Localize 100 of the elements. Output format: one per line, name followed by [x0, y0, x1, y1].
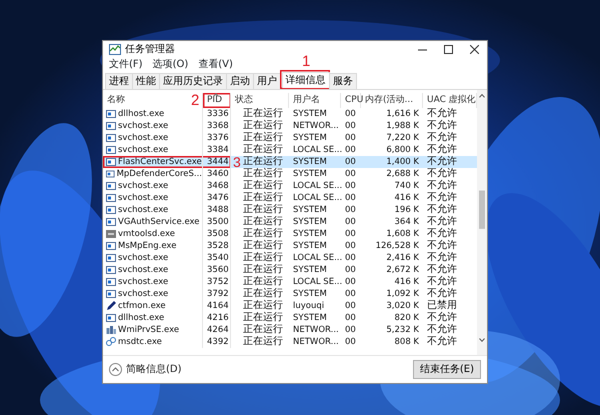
table-cell-text: 2,416 K — [385, 252, 420, 264]
table-row[interactable]: msdtc.exe 4392 正在运行 NETWOR... 00 808 K 不允许 — [103, 336, 477, 348]
table-cell-text: LOCAL SE... — [292, 276, 341, 288]
column-header[interactable]: 用户名 — [289, 93, 341, 108]
table-cell-text: 不允许 — [426, 156, 458, 168]
table-cell-text: 正在运行 — [243, 204, 283, 216]
process-icon — [106, 313, 116, 323]
table-cell-text: 820 K — [394, 312, 420, 324]
process-icon — [106, 205, 116, 215]
table-cell-text: 196 K — [394, 204, 420, 216]
tab[interactable]: 用户 — [253, 73, 281, 89]
scrollbar[interactable] — [477, 90, 487, 355]
table-cell-text: 不允许 — [426, 312, 458, 324]
table-cell-text: 808 K — [394, 336, 420, 348]
table-cell-text: 正在运行 — [243, 168, 283, 180]
table-cell-text: 正在运行 — [243, 156, 283, 168]
tab[interactable]: 进程 — [105, 73, 133, 89]
table-cell: svchost.exe — [118, 264, 168, 276]
table-cell: 4216 — [203, 312, 231, 324]
tab[interactable]: 服务 — [329, 73, 357, 89]
table-cell: 4264 — [203, 324, 231, 336]
table-cell-text: 不允许 — [426, 108, 458, 120]
table-cell: 3528 — [203, 240, 231, 252]
table-row[interactable]: svchost.exe 3540 正在运行 LOCAL SE... 00 2,416 K 不允许 — [103, 252, 477, 264]
table-row[interactable]: VGAuthService.exe 3500 正在运行 SYSTEM 00 364 K 不允许 — [103, 216, 477, 228]
table-row[interactable]: svchost.exe 3468 正在运行 LOCAL SE... 00 740 K 不允许 — [103, 180, 477, 192]
table-cell-text: 00 — [344, 108, 357, 120]
close-icon — [470, 45, 478, 54]
column-header[interactable]: CPU — [341, 93, 361, 108]
table-row[interactable]: MsMpEng.exe 3528 正在运行 SYSTEM 00 126,528 K 不允许 — [103, 240, 477, 252]
table-row[interactable]: dllhost.exe 4216 正在运行 SYSTEM 00 820 K 不允许 — [103, 312, 477, 324]
table-cell-text: 1,092 K — [385, 288, 420, 300]
table-cell-text: 正在运行 — [243, 132, 283, 144]
table-row[interactable]: svchost.exe 3384 正在运行 LOCAL SE... 00 6,800 K 不允许 — [103, 144, 477, 156]
table-cell-text: 正在运行 — [243, 240, 283, 252]
table-row[interactable]: dllhost.exe 3336 正在运行 SYSTEM 00 1,616 K 不允许 — [103, 108, 477, 120]
table-row[interactable]: svchost.exe 3560 正在运行 SYSTEM 00 2,672 K 不允许 — [103, 264, 477, 276]
table-row[interactable]: svchost.exe 3368 正在运行 NETWOR... 00 1,988 K 不允许 — [103, 120, 477, 132]
tab[interactable]: 详细信息 — [282, 72, 330, 88]
table-cell-text: 00 — [344, 144, 357, 156]
table-cell: ctfmon.exe — [118, 300, 166, 312]
table-row[interactable]: svchost.exe 3476 正在运行 LOCAL SE... 00 416 K 不允许 — [103, 192, 477, 204]
window-title: 任务管理器 — [125, 43, 175, 57]
table-cell-text: 不允许 — [426, 144, 458, 156]
table-cell: 3500 — [203, 216, 231, 228]
table-cell-text: 00 — [344, 228, 357, 240]
table-row[interactable]: WmiPrvSE.exe 4264 正在运行 NETWOR... 00 5,232 K 不允许 — [103, 324, 477, 336]
table-row[interactable]: svchost.exe 3376 正在运行 SYSTEM 00 7,220 K 不允许 — [103, 132, 477, 144]
column-header[interactable]: 内存(活动... — [361, 93, 423, 108]
table-cell: 3540 — [203, 252, 231, 264]
table-cell-text: 不允许 — [426, 264, 458, 276]
table-cell-text: 不允许 — [426, 132, 458, 144]
table-cell-text: 00 — [344, 192, 357, 204]
table-row[interactable]: svchost.exe 3792 正在运行 SYSTEM 00 1,092 K 不允许 — [103, 288, 477, 300]
fewer-details-link[interactable]: 简略信息(D) — [109, 362, 182, 377]
process-icon — [106, 253, 116, 263]
tab[interactable]: 应用历史记录 — [159, 73, 227, 89]
table-row[interactable]: svchost.exe 3752 正在运行 LOCAL SE... 00 416 K 不允许 — [103, 276, 477, 288]
table-cell: svchost.exe — [118, 180, 168, 192]
table-cell-text: 正在运行 — [243, 228, 283, 240]
table-cell-text: 不允许 — [426, 180, 458, 192]
table-cell: svchost.exe — [118, 120, 168, 132]
tab[interactable]: 性能 — [132, 73, 160, 89]
process-icon — [106, 265, 116, 275]
column-header[interactable]: 状态 — [231, 93, 289, 108]
table-cell: dllhost.exe — [118, 312, 164, 324]
table-cell: svchost.exe — [118, 288, 168, 300]
table-cell-text: 5,232 K — [385, 324, 420, 336]
table-cell-text: 正在运行 — [243, 264, 283, 276]
table-cell-text: 1,400 K — [385, 156, 420, 168]
menu-item[interactable]: 选项(O) — [152, 58, 188, 71]
tab[interactable]: 启动 — [226, 73, 254, 89]
table-cell-text: luyouqi — [292, 300, 326, 312]
menu-item[interactable]: 文件(F) — [109, 58, 143, 71]
table-cell: svchost.exe — [118, 252, 168, 264]
table-cell-text: 正在运行 — [243, 312, 283, 324]
table-row[interactable]: MpDefenderCoreS... 3460 正在运行 SYSTEM 00 2,688 K 不允许 — [103, 168, 477, 180]
table-cell-text: 00 — [344, 276, 357, 288]
table-cell-text: 364 K — [394, 216, 420, 228]
end-task-button[interactable]: 结束任务(E) — [412, 360, 481, 379]
table-cell-text: 不允许 — [426, 216, 458, 228]
table-cell-text: SYSTEM — [292, 216, 328, 228]
process-icon — [106, 169, 115, 179]
table-row[interactable]: vmtoolsd.exe 3508 正在运行 SYSTEM 00 1,608 K 不允许 — [103, 228, 477, 240]
annotation-number: 1 — [302, 54, 310, 69]
process-icon — [106, 217, 116, 227]
table-cell-text: 00 — [344, 204, 357, 216]
menu-item[interactable]: 查看(V) — [198, 58, 233, 71]
table-cell-text: NETWOR... — [292, 324, 340, 336]
process-icon — [106, 109, 116, 119]
column-header[interactable]: PID — [203, 93, 231, 108]
table-cell-text: SYSTEM — [292, 288, 328, 300]
table-cell-text: 已禁用 — [426, 300, 458, 312]
table-cell-text: SYSTEM — [292, 264, 328, 276]
table-cell-text: SYSTEM — [292, 240, 328, 252]
table-row[interactable]: ctfmon.exe 4164 正在运行 luyouqi 00 3,020 K 已禁用 — [103, 300, 477, 312]
table-cell-text: 不允许 — [426, 252, 458, 264]
table-row[interactable]: svchost.exe 3488 正在运行 SYSTEM 00 196 K 不允许 — [103, 204, 477, 216]
table-cell-text: 1,988 K — [385, 120, 420, 132]
process-icon — [106, 121, 116, 131]
